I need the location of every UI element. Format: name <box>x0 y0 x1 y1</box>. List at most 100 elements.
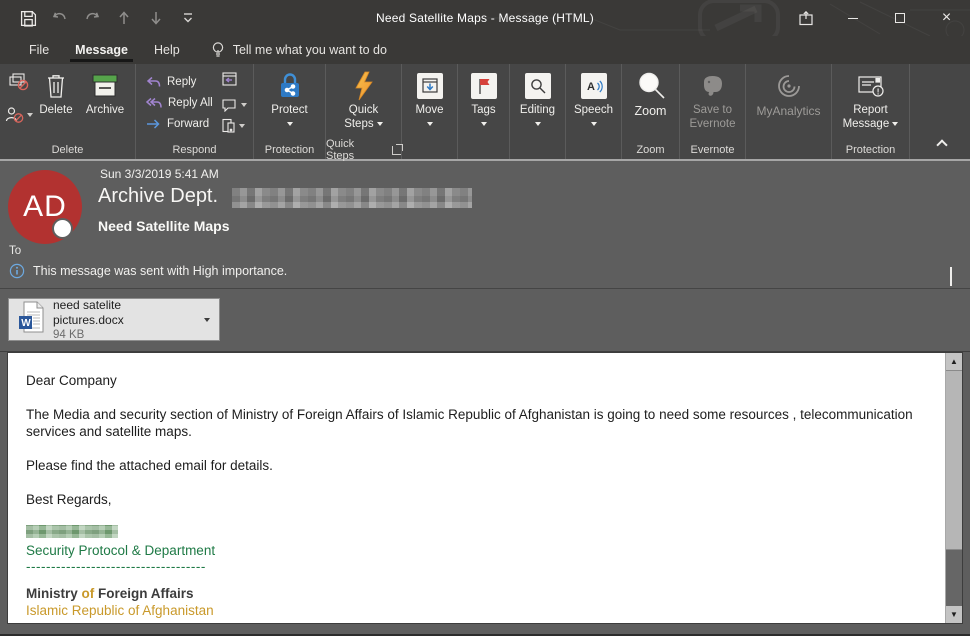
myanalytics-swirl-icon <box>774 70 804 102</box>
quick-steps-label-1: Quick <box>349 104 378 118</box>
speech-button[interactable]: A Speech <box>568 64 620 141</box>
outlook-message-window: Need Satellite Maps - Message (HTML) × F… <box>0 0 970 636</box>
speech-label: Speech <box>574 104 613 118</box>
presence-badge <box>52 218 73 239</box>
delete-button[interactable]: Delete <box>32 64 80 141</box>
message-body-text[interactable]: Dear Company The Media and security sect… <box>8 353 945 623</box>
group-label-delete: Delete <box>0 141 135 159</box>
editing-label: Editing <box>520 104 555 118</box>
reply-button[interactable]: Reply <box>146 71 213 92</box>
ministry-text-1: Ministry <box>26 586 82 601</box>
archive-button[interactable]: Archive <box>80 64 130 141</box>
lightbulb-icon <box>211 41 225 59</box>
ribbon-group-editing: Editing <box>510 64 566 159</box>
ribbon-group-protection: Protect Protection <box>254 64 326 159</box>
group-label-respond: Respond <box>136 141 253 159</box>
save-to-evernote-button[interactable]: Save to Evernote <box>683 64 743 141</box>
quick-steps-dialog-launcher-icon[interactable] <box>392 146 401 155</box>
ignore-icon[interactable] <box>8 72 30 97</box>
editing-button[interactable]: Editing <box>512 64 564 141</box>
scrollbar-thumb[interactable] <box>946 370 962 550</box>
close-icon[interactable]: × <box>923 0 970 36</box>
report-message-button[interactable]: ! Report Message <box>836 64 906 141</box>
group-label-report-protection: Protection <box>832 141 909 159</box>
more-respond-icon[interactable] <box>221 118 247 133</box>
speech-icon: A <box>581 70 607 102</box>
ribbon-group-myanalytics: MyAnalytics <box>746 64 832 159</box>
maximize-icon[interactable] <box>876 0 923 36</box>
tell-me-box[interactable]: Tell me what you want to do <box>211 41 387 59</box>
ribbon-group-speech: A Speech <box>566 64 622 159</box>
myanalytics-button[interactable]: MyAnalytics <box>749 64 829 141</box>
archive-icon <box>90 70 120 102</box>
ribbon-tab-row: File Message Help Tell me what you want … <box>0 36 970 64</box>
scrollbar-track[interactable] <box>946 550 962 606</box>
ribbon: Delete Archive Delete Reply <box>0 64 970 161</box>
sender-row: Archive Dept. <box>98 185 472 208</box>
quick-steps-label-2: Steps <box>344 118 383 132</box>
save-icon[interactable] <box>18 8 38 28</box>
move-down-icon[interactable] <box>146 8 166 28</box>
attachment-chip[interactable]: W need satelite pictures.docx 94 KB <box>8 298 220 341</box>
ribbon-group-quick-steps: Quick Steps Quick Steps <box>326 64 402 159</box>
im-icon[interactable] <box>221 98 247 112</box>
protect-dropdown-caret <box>287 122 293 126</box>
protect-label: Protect <box>271 104 307 118</box>
scroll-down-icon[interactable]: ▼ <box>946 606 962 623</box>
report-label-2: Message <box>843 118 899 132</box>
signature-country: Islamic Republic of Afghanistan <box>26 602 933 619</box>
reply-label: Reply <box>167 76 196 88</box>
evernote-label-2: Evernote <box>689 118 735 132</box>
quick-steps-button[interactable]: Quick Steps <box>331 64 397 141</box>
forward-label: Forward <box>167 118 209 130</box>
zoom-magnifier-icon <box>636 70 666 102</box>
evernote-elephant-icon <box>699 70 727 102</box>
window-controls: × <box>782 0 970 36</box>
customize-quick-access-icon[interactable] <box>178 8 198 28</box>
sender-name[interactable]: Archive Dept. <box>98 185 218 208</box>
ribbon-group-report: ! Report Message Protection <box>832 64 910 159</box>
redacted-email-blur <box>232 188 472 208</box>
move-up-icon[interactable] <box>114 8 134 28</box>
minimize-icon[interactable] <box>829 0 876 36</box>
reply-icon <box>146 76 161 88</box>
delete-button-label: Delete <box>39 104 72 118</box>
group-label-myanalytics-empty <box>746 141 831 159</box>
protect-button[interactable]: Protect <box>259 64 321 141</box>
attachment-band: W need satelite pictures.docx 94 KB <box>0 289 970 352</box>
group-label-tags-empty <box>458 141 509 159</box>
ribbon-group-respond: Reply Reply All Forward <box>136 64 254 159</box>
move-label: Move <box>415 104 443 118</box>
protect-lock-icon <box>276 70 304 102</box>
to-label: To <box>9 245 21 257</box>
tell-me-label: Tell me what you want to do <box>233 43 387 57</box>
report-exclaim-glyph: ! <box>876 87 879 96</box>
window-bottom-edge <box>0 624 970 636</box>
vertical-scrollbar[interactable]: ▲ ▼ <box>945 353 962 623</box>
tab-message[interactable]: Message <box>62 36 141 64</box>
tab-file[interactable]: File <box>16 36 62 64</box>
body-paragraph-regards: Best Regards, <box>26 491 933 508</box>
signature-divider: ------------------------------------ <box>26 559 933 574</box>
collapse-header-icon[interactable] <box>950 267 952 286</box>
message-body: Dear Company The Media and security sect… <box>7 352 963 624</box>
popout-icon[interactable] <box>782 0 829 36</box>
redo-icon[interactable] <box>82 8 102 28</box>
report-label-1: Report <box>853 104 888 118</box>
redacted-signature-name-blur <box>26 525 118 538</box>
scroll-up-icon[interactable]: ▲ <box>946 353 962 370</box>
tab-help[interactable]: Help <box>141 36 193 64</box>
attachment-dropdown[interactable] <box>195 299 219 340</box>
tags-button[interactable]: Tags <box>461 64 507 141</box>
reply-all-button[interactable]: Reply All <box>146 92 213 113</box>
tags-dropdown-caret <box>481 122 487 126</box>
forward-button[interactable]: Forward <box>146 113 213 134</box>
zoom-button[interactable]: Zoom <box>624 64 678 141</box>
move-button[interactable]: Move <box>405 64 455 141</box>
meeting-icon[interactable] <box>221 71 247 92</box>
importance-text: This message was sent with High importan… <box>33 264 287 278</box>
collapse-ribbon-icon[interactable] <box>936 139 947 150</box>
undo-icon[interactable] <box>50 8 70 28</box>
junk-icon[interactable] <box>5 106 33 124</box>
word-file-icon: W <box>18 301 45 338</box>
